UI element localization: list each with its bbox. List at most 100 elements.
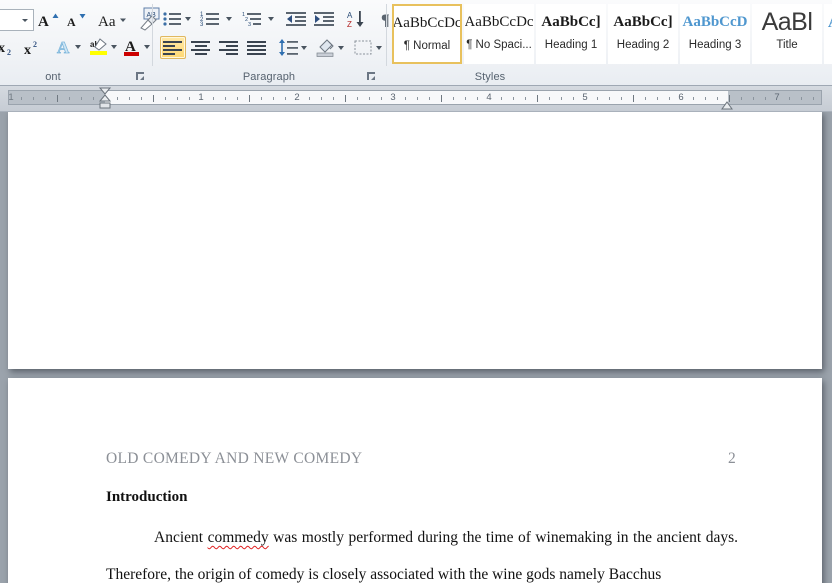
paragraph-text-before: Ancient: [154, 529, 208, 546]
ruler-tick: [705, 97, 706, 100]
line-spacing-button[interactable]: [276, 36, 310, 59]
svg-text:x: x: [24, 43, 31, 56]
ruler-tick: [177, 97, 178, 100]
ruler-tick: [633, 95, 634, 102]
first-line-indent-marker[interactable]: [98, 87, 112, 109]
document-paragraph[interactable]: Ancient commedy was mostly performed dur…: [106, 519, 738, 583]
increase-indent-icon: [314, 12, 334, 26]
font-size-combobox[interactable]: [0, 9, 34, 31]
text-effects-icon: A: [57, 38, 81, 57]
ruler-tick: [321, 97, 322, 100]
svg-text:A: A: [67, 15, 76, 29]
numbering-icon: 1 2 3: [200, 12, 232, 28]
superscript-button[interactable]: x 2: [20, 36, 46, 58]
style-item-normal[interactable]: AaBbCcDc ¶ Normal: [392, 4, 462, 64]
font-color-icon: A: [124, 39, 150, 56]
svg-text:3: 3: [200, 22, 204, 28]
ruler-tick: [657, 97, 658, 100]
justify-button[interactable]: [244, 36, 270, 59]
sort-button[interactable]: A Z: [344, 8, 372, 30]
ruler-tick: [597, 97, 598, 100]
ruler-tick: [741, 97, 742, 100]
ruler-tick: [45, 97, 46, 100]
style-preview: AaBbCcDc: [464, 14, 534, 30]
ruler-tick: [717, 97, 718, 100]
ruler-tick: [381, 97, 382, 100]
align-center-icon: [191, 40, 210, 55]
subscript-icon: x 2: [0, 41, 11, 56]
ruler-tick: [813, 97, 814, 100]
ruler-tick: [549, 97, 550, 100]
ruler-number: 3: [390, 92, 396, 103]
align-right-button[interactable]: [216, 36, 242, 59]
subscript-button[interactable]: x 2: [0, 36, 20, 58]
ruler-tick: [561, 97, 562, 100]
page-1[interactable]: [8, 112, 822, 369]
style-preview: AaBbCcDc: [392, 15, 462, 31]
text-effects-button[interactable]: A: [54, 36, 86, 58]
change-case-button[interactable]: Aa: [96, 9, 130, 31]
style-item-no-spacing[interactable]: AaBbCcDc ¶ No Spaci...: [464, 4, 534, 64]
ruler-tick: [441, 95, 442, 102]
document-heading[interactable]: Introduction: [106, 489, 187, 506]
svg-text:2: 2: [33, 40, 37, 49]
ruler-tick: [765, 97, 766, 100]
document-header[interactable]: OLD COMEDY AND NEW COMEDY 2: [106, 450, 736, 468]
ruler-tick: [753, 97, 754, 100]
style-label: ¶ Normal: [403, 40, 451, 52]
svg-text:A: A: [57, 38, 70, 57]
align-left-icon: [163, 40, 182, 55]
style-item-title[interactable]: AaBl Title: [752, 4, 822, 64]
svg-text:A: A: [347, 11, 353, 20]
align-left-button[interactable]: [160, 36, 186, 59]
svg-text:3: 3: [248, 22, 251, 28]
document-canvas[interactable]: OLD COMEDY AND NEW COMEDY 2 Introduction…: [0, 112, 832, 583]
multilevel-list-button[interactable]: 1 2 3: [240, 8, 278, 30]
decrease-indent-button[interactable]: [284, 8, 310, 30]
text-highlight-color-button[interactable]: ab: [88, 36, 120, 58]
style-label: Heading 3: [688, 39, 742, 51]
svg-text:Z: Z: [347, 20, 352, 28]
grow-font-icon: A: [38, 13, 59, 29]
font-color-button[interactable]: A: [122, 36, 154, 58]
shrink-font-button[interactable]: A: [64, 9, 90, 31]
group-label-styles: Styles: [474, 71, 506, 83]
group-label-font: ont: [45, 71, 61, 83]
style-item-heading-1[interactable]: AaBbCc] Heading 1: [536, 4, 606, 64]
ruler[interactable]: 1 2 3 4 5 6 7 1: [0, 86, 832, 112]
ruler-tick: [93, 97, 94, 100]
page-number: 2: [727, 450, 736, 467]
shading-button[interactable]: [314, 36, 348, 59]
ruler-tick: [693, 97, 694, 100]
ruler-tick: [237, 97, 238, 100]
style-preview: AaBbCc]: [613, 14, 673, 30]
page-2[interactable]: OLD COMEDY AND NEW COMEDY 2 Introduction…: [8, 378, 822, 583]
style-item-heading-3[interactable]: AaBbCcD Heading 3: [680, 4, 750, 64]
numbering-button[interactable]: 1 2 3: [198, 8, 236, 30]
style-item-heading-2[interactable]: AaBbCc] Heading 2: [608, 4, 678, 64]
misspelled-word[interactable]: commedy: [208, 529, 269, 546]
svg-text:2: 2: [7, 48, 11, 56]
ruler-number: 4: [486, 92, 492, 103]
ruler-tick: [405, 97, 406, 100]
change-case-icon: Aa: [98, 14, 126, 29]
align-center-button[interactable]: [188, 36, 214, 59]
svg-text:x: x: [0, 41, 5, 56]
multilevel-list-icon: 1 2 3: [242, 12, 274, 28]
ruler-tick: [225, 97, 226, 100]
ruler-tick: [357, 97, 358, 100]
svg-text:Aa: Aa: [98, 14, 116, 29]
ruler-track[interactable]: 1 2 3 4 5 6 7 1: [8, 90, 822, 105]
font-dialog-launcher[interactable]: [135, 71, 146, 82]
grow-font-button[interactable]: A: [36, 9, 62, 31]
bullets-button[interactable]: [160, 8, 194, 30]
style-preview: AaBbCc]: [541, 14, 601, 30]
ruler-tick: [81, 97, 82, 100]
right-indent-marker[interactable]: [721, 98, 733, 110]
ruler-tick: [309, 97, 310, 100]
ruler-tick: [801, 97, 802, 100]
style-item-next-partial[interactable]: A: [824, 4, 832, 64]
increase-indent-button[interactable]: [312, 8, 338, 30]
ruler-tick: [501, 97, 502, 100]
borders-button[interactable]: [352, 36, 386, 59]
